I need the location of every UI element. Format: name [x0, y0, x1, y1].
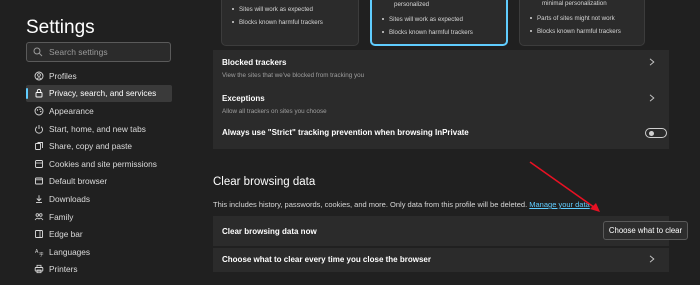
exceptions-row[interactable]: Exceptions Allow all trackers on sites y…: [213, 87, 669, 117]
sidebar-item-label: Profiles: [49, 70, 77, 81]
share-icon: [35, 142, 43, 151]
clear-on-close-row[interactable]: Choose what to clear every time you clos…: [213, 248, 669, 272]
toggle-knob: [649, 131, 654, 136]
sidebar-item-label: Languages: [49, 246, 91, 257]
blocked-trackers-desc: View the sites that we've blocked from t…: [222, 72, 365, 79]
language-icon: A字: [35, 249, 44, 257]
chevron-right-icon: [649, 255, 655, 263]
privacy-settings-content: Sites will work as expected Blocks known…: [200, 0, 700, 285]
family-icon: [34, 212, 44, 220]
sidebar-item-cookies[interactable]: Cookies and site permissions: [26, 155, 172, 173]
sidebar-item-label: Start, home, and new tabs: [49, 123, 146, 134]
card-line: Blocks known harmful trackers: [389, 29, 473, 36]
sidebar-item-languages[interactable]: A字 Languages: [26, 243, 172, 261]
sidebar-item-label: Privacy, search, and services: [49, 88, 157, 99]
lock-icon: [35, 89, 43, 98]
sidebar-item-label: Family: [49, 211, 74, 222]
exceptions-desc: Allow all trackers on sites you choose: [222, 108, 327, 115]
sidebar-item-downloads[interactable]: Downloads: [26, 190, 172, 208]
clear-on-close-panel: Choose what to clear every time you clos…: [213, 248, 669, 272]
sidebar-item-label: Cookies and site permissions: [49, 158, 157, 169]
sidebar-item-label: Edge bar: [49, 229, 83, 240]
settings-sidebar: Settings Profiles Privacy, search, and s…: [0, 0, 190, 285]
sidebar-item-appearance[interactable]: Appearance: [26, 102, 172, 120]
settings-nav: Profiles Privacy, search, and services A…: [26, 67, 172, 278]
card-line: Parts of sites might not work: [537, 15, 615, 22]
clear-now-label: Clear browsing data now: [222, 227, 317, 236]
clear-on-close-label: Choose what to clear every time you clos…: [222, 255, 431, 264]
card-line: Sites will work as expected: [239, 6, 313, 13]
sidebar-item-privacy[interactable]: Privacy, search, and services: [26, 84, 172, 103]
choose-what-to-clear-button[interactable]: Choose what to clear: [603, 221, 688, 240]
svg-text:字: 字: [39, 251, 44, 257]
card-line: Blocks known harmful trackers: [239, 19, 323, 26]
card-line: Blocks known harmful trackers: [537, 28, 621, 35]
tracking-prevention-cards: Sites will work as expected Blocks known…: [217, 0, 669, 46]
card-line: Sites will work as expected: [389, 16, 463, 23]
clear-data-description-text: This includes history, passwords, cookie…: [213, 200, 528, 209]
sidebar-item-share[interactable]: Share, copy and paste: [26, 137, 172, 155]
sidebar-item-family[interactable]: Family: [26, 208, 172, 226]
chevron-right-icon: [649, 58, 655, 66]
tracking-settings-panel: Blocked trackers View the sites that we'…: [213, 50, 669, 149]
exceptions-title: Exceptions: [222, 94, 265, 103]
card-line: personalized: [394, 1, 430, 8]
printer-icon: [34, 265, 44, 274]
clear-now-row: Clear browsing data now: [213, 216, 669, 246]
search-input[interactable]: [49, 45, 167, 59]
tracking-card-basic[interactable]: Sites will work as expected Blocks known…: [221, 0, 359, 46]
cookies-icon: [35, 159, 43, 168]
search-box[interactable]: [26, 42, 171, 62]
download-icon: [36, 195, 42, 203]
sidebar-item-start-home[interactable]: Start, home, and new tabs: [26, 120, 172, 138]
sidebar-item-label: Default browser: [49, 176, 108, 187]
sidebar-item-label: Appearance: [49, 105, 94, 116]
strict-inprivate-toggle[interactable]: [645, 128, 667, 138]
profile-icon: [34, 71, 44, 81]
browser-icon: [35, 177, 43, 185]
clear-browsing-data-heading: Clear browsing data: [213, 176, 316, 188]
tracking-card-strict[interactable]: minimal personalization Parts of sites m…: [519, 0, 645, 46]
sidebar-item-profiles[interactable]: Profiles: [26, 67, 172, 85]
sidebar-item-label: Downloads: [49, 193, 91, 204]
sidebar-item-edge-bar[interactable]: Edge bar: [26, 225, 172, 243]
sidebar-item-default-browser[interactable]: Default browser: [26, 173, 172, 191]
blocked-trackers-title: Blocked trackers: [222, 58, 287, 67]
sidebar-item-label: Share, copy and paste: [49, 141, 133, 152]
search-icon: [33, 47, 43, 57]
appearance-icon: [34, 106, 44, 116]
chevron-right-icon: [649, 94, 655, 102]
power-icon: [35, 124, 43, 134]
clear-now-panel: Clear browsing data now: [213, 216, 669, 246]
strict-inprivate-row: Always use "Strict" tracking prevention …: [213, 122, 669, 146]
blocked-trackers-row[interactable]: Blocked trackers View the sites that we'…: [213, 50, 669, 83]
strict-inprivate-label: Always use "Strict" tracking prevention …: [222, 128, 469, 137]
settings-title: Settings: [26, 17, 95, 38]
tracking-card-balanced[interactable]: personalized Sites will work as expected…: [370, 0, 508, 46]
card-line: minimal personalization: [542, 0, 607, 7]
annotation-arrow: [529, 161, 600, 212]
sidebar-item-printers[interactable]: Printers: [26, 261, 172, 279]
sidebar-item-label: Printers: [49, 264, 78, 275]
edge-bar-icon: [35, 230, 43, 239]
